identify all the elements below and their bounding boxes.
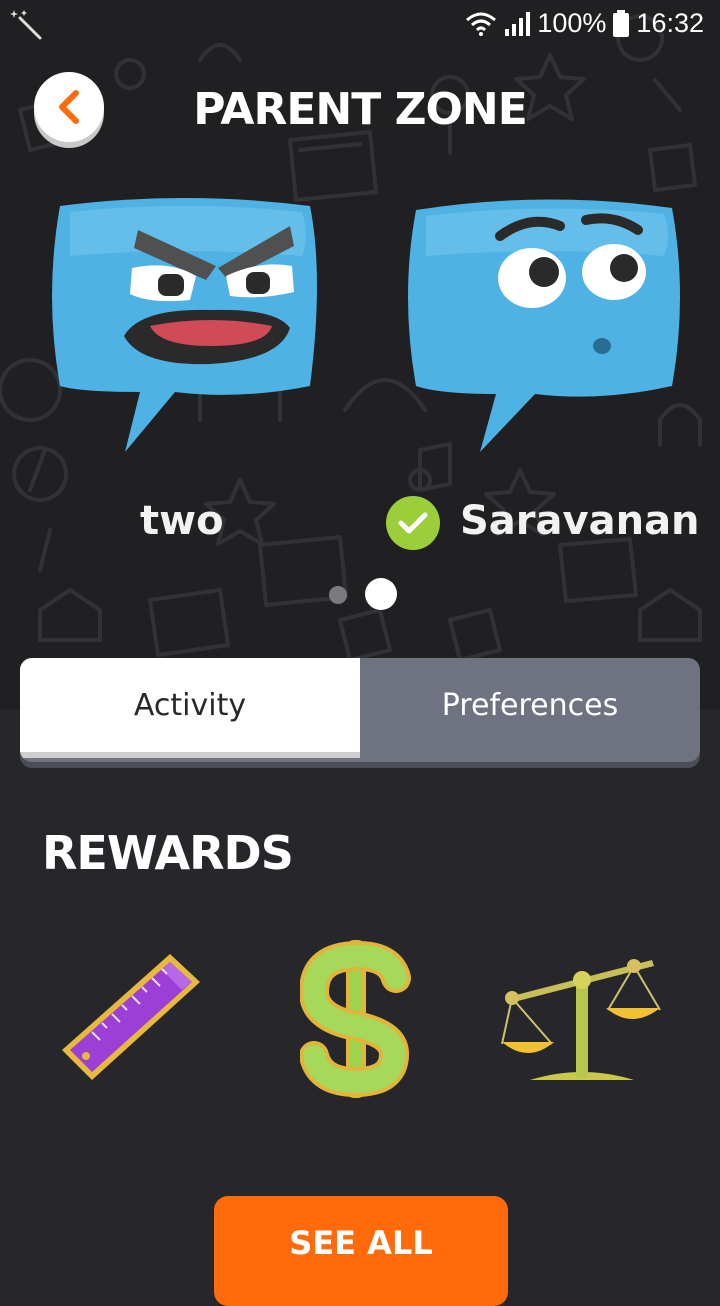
tab-activity[interactable]: Activity xyxy=(20,658,360,752)
page-dot-2-active[interactable] xyxy=(365,578,397,610)
tab-preferences[interactable]: Preferences xyxy=(360,658,700,752)
page-title: PARENT ZONE xyxy=(193,84,528,135)
profile-name-two[interactable]: two xyxy=(140,498,224,544)
profile-name-saravanan[interactable]: Saravanan xyxy=(460,498,700,544)
profile-avatar-two[interactable] xyxy=(40,196,330,456)
profile-header-area: 100% 16:32 PARENT ZONE two Saravanan xyxy=(0,0,720,710)
status-bar: 100% 16:32 xyxy=(0,0,720,50)
tab-bar: Activity Preferences xyxy=(20,658,700,762)
wifi-icon xyxy=(466,12,497,36)
magic-wand-icon xyxy=(10,10,42,40)
scales-icon[interactable] xyxy=(500,952,664,1088)
see-all-button[interactable]: SEE ALL xyxy=(214,1196,508,1306)
ruler-icon[interactable] xyxy=(58,948,204,1088)
profile-avatar-saravanan[interactable] xyxy=(400,196,690,456)
battery-percentage: 100% xyxy=(537,8,607,38)
signal-icon xyxy=(505,11,531,36)
battery-icon xyxy=(613,9,630,37)
dollar-icon[interactable] xyxy=(300,936,412,1102)
rewards-heading: REWARDS xyxy=(42,826,294,880)
page-dot-1[interactable] xyxy=(329,586,347,604)
clock: 16:32 xyxy=(636,8,704,38)
check-icon xyxy=(386,496,440,550)
